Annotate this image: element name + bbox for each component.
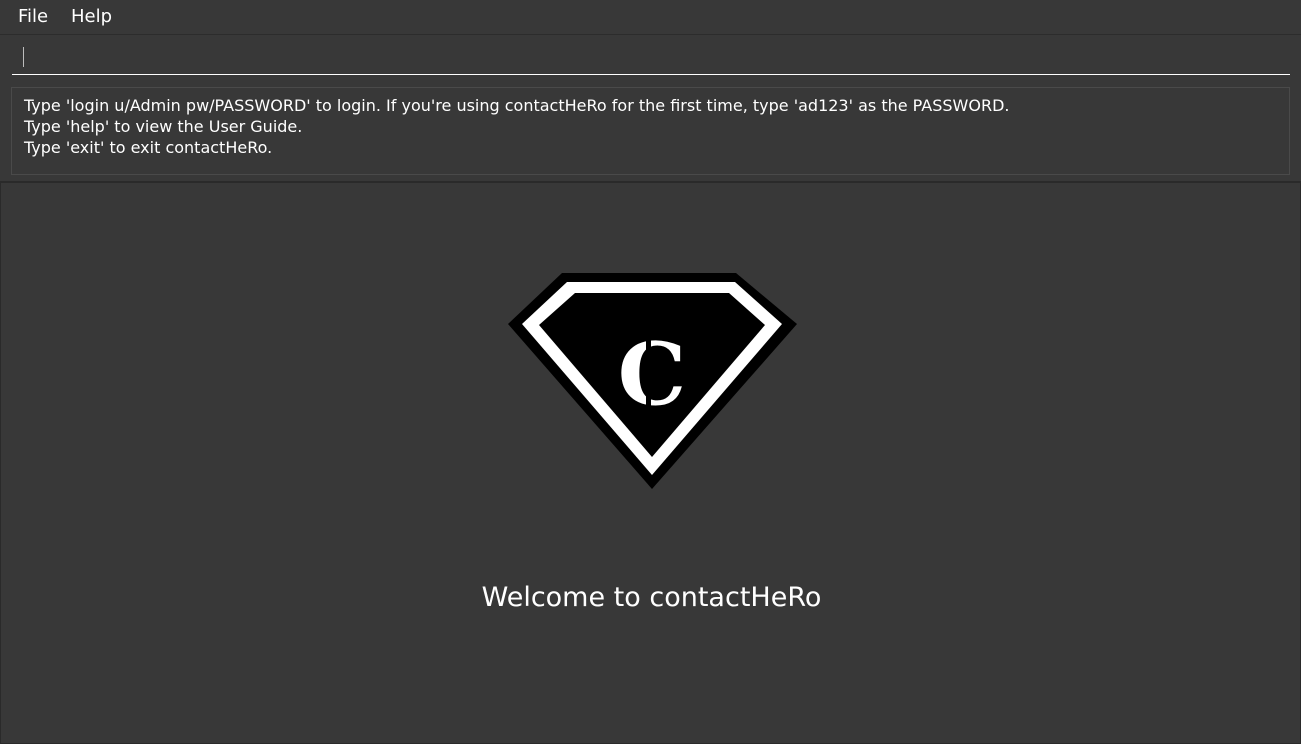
command-input[interactable] xyxy=(12,40,1290,74)
result-line: Type 'help' to view the User Guide. xyxy=(24,117,303,136)
app-window: File Help Type 'login u/Admin pw/PASSWOR… xyxy=(0,0,1301,744)
welcome-panel: C Welcome to contactHeRo xyxy=(0,182,1301,744)
command-box xyxy=(12,40,1290,75)
result-line: Type 'login u/Admin pw/PASSWORD' to logi… xyxy=(24,96,1010,115)
logo-letter: C xyxy=(618,325,686,426)
text-caret xyxy=(23,47,24,67)
welcome-message: Welcome to contactHeRo xyxy=(481,582,822,613)
menu-help[interactable]: Help xyxy=(71,6,112,28)
menu-bar: File Help xyxy=(0,0,1301,35)
result-section: Type 'login u/Admin pw/PASSWORD' to logi… xyxy=(0,79,1301,182)
diamond-shield-logo-icon: C xyxy=(508,273,797,489)
result-line: Type 'exit' to exit contactHeRo. xyxy=(24,138,273,157)
menu-file[interactable]: File xyxy=(18,6,48,28)
result-display: Type 'login u/Admin pw/PASSWORD' to logi… xyxy=(11,87,1290,175)
